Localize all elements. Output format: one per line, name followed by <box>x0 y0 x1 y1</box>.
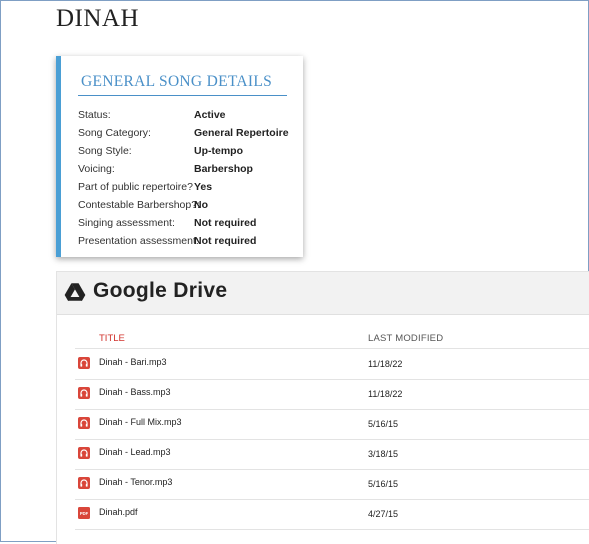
details-divider <box>78 95 287 96</box>
file-name[interactable]: Dinah - Bari.mp3 <box>99 357 167 367</box>
detail-value: Not required <box>194 217 257 229</box>
details-heading: GENERAL SONG DETAILS <box>81 73 273 90</box>
column-header-title[interactable]: TITLE <box>99 333 125 344</box>
audio-file-icon <box>78 447 90 459</box>
detail-label: Song Category: <box>78 127 151 139</box>
audio-file-icon <box>78 417 90 429</box>
detail-label: Voicing: <box>78 163 115 175</box>
file-row[interactable]: PDF Dinah.pdf 4/27/15 <box>75 499 589 530</box>
drive-header: Google Drive <box>57 272 589 315</box>
file-modified-date: 11/18/22 <box>368 359 403 369</box>
file-name[interactable]: Dinah - Tenor.mp3 <box>99 477 172 487</box>
file-name[interactable]: Dinah - Full Mix.mp3 <box>99 417 182 427</box>
audio-file-icon <box>78 357 90 369</box>
detail-label: Presentation assessment: <box>78 235 199 247</box>
file-name[interactable]: Dinah - Lead.mp3 <box>99 447 171 457</box>
audio-file-icon <box>78 387 90 399</box>
detail-value: Yes <box>194 181 213 193</box>
file-modified-date: 5/16/15 <box>368 419 399 429</box>
detail-label: Part of public repertoire? <box>78 181 193 193</box>
detail-value: Not required <box>194 235 257 247</box>
file-row[interactable]: Dinah - Bass.mp3 11/18/22 <box>75 379 589 410</box>
google-drive-icon <box>64 283 86 302</box>
detail-label: Status: <box>78 109 111 121</box>
file-modified-date: 3/18/15 <box>368 449 399 459</box>
google-drive-panel: Google Drive TITLE LAST MODIFIED Dinah -… <box>56 271 589 544</box>
file-row[interactable]: Dinah - Full Mix.mp3 5/16/15 <box>75 409 589 440</box>
file-modified-date: 4/27/15 <box>368 509 399 519</box>
detail-label: Contestable Barbershop?: <box>78 199 200 211</box>
detail-label: Song Style: <box>78 145 132 157</box>
file-name[interactable]: Dinah.pdf <box>99 507 138 517</box>
page-title: DINAH <box>56 5 140 32</box>
drive-title: Google Drive <box>93 279 228 302</box>
column-header-last-modified[interactable]: LAST MODIFIED <box>368 333 443 344</box>
file-modified-date: 5/16/15 <box>368 479 399 489</box>
file-row[interactable]: Dinah - Bari.mp3 11/18/22 <box>75 349 589 380</box>
detail-value: Up-tempo <box>194 145 243 157</box>
detail-value: General Repertoire <box>194 127 289 139</box>
detail-value: Active <box>194 109 226 121</box>
file-row[interactable]: Dinah - Tenor.mp3 5/16/15 <box>75 469 589 500</box>
audio-file-icon <box>78 477 90 489</box>
pdf-icon-text: PDF <box>80 511 89 516</box>
detail-value: Barbershop <box>194 163 253 175</box>
song-details-card: GENERAL SONG DETAILS Status: Active Song… <box>56 56 303 257</box>
file-row[interactable]: Dinah - Lead.mp3 3/18/15 <box>75 439 589 470</box>
detail-value: No <box>194 199 208 211</box>
pdf-file-icon: PDF <box>78 507 90 519</box>
detail-label: Singing assessment: <box>78 217 175 229</box>
window-frame: DINAH GENERAL SONG DETAILS Status: Activ… <box>0 0 589 544</box>
file-modified-date: 11/18/22 <box>368 389 403 399</box>
file-name[interactable]: Dinah - Bass.mp3 <box>99 387 171 397</box>
